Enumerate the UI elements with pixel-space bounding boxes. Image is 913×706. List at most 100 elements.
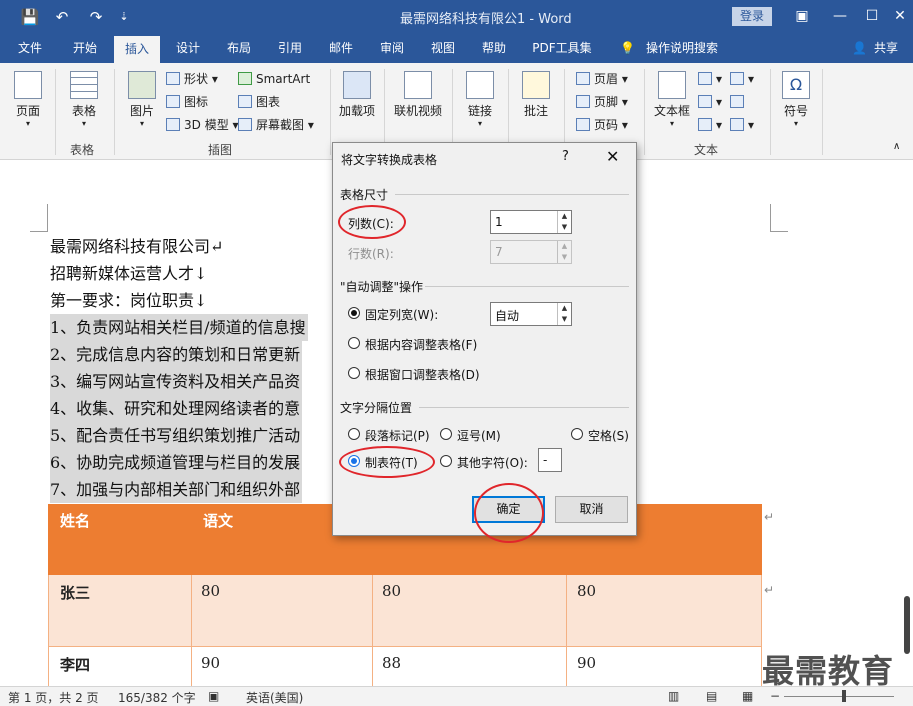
page-number-icon: [576, 118, 590, 131]
spinner-arrows-icon[interactable]: ▲ ▼: [557, 303, 571, 325]
signature-line-button[interactable]: ▾: [730, 69, 754, 89]
sep-other-radio[interactable]: [440, 455, 452, 467]
help-button[interactable]: ?: [562, 149, 569, 164]
group-separator: [644, 69, 645, 155]
page-number-button[interactable]: 页码 ▾: [576, 115, 628, 135]
table-cell[interactable]: 88: [382, 654, 401, 672]
minimize-button[interactable]: —: [830, 6, 850, 26]
header-button[interactable]: 页眉 ▾: [576, 69, 628, 89]
page-count[interactable]: 第 1 页，共 2 页: [8, 689, 99, 706]
date-time-button[interactable]: [730, 92, 748, 112]
doc-line-duty-6[interactable]: 6、协助完成频道管理与栏目的发展: [50, 449, 303, 476]
doc-line-duty-7[interactable]: 7、加强与内部相关部门和组织外部: [50, 476, 303, 503]
dialog-close-button[interactable]: ✕: [606, 147, 619, 166]
wordart-button[interactable]: ▾: [698, 92, 722, 112]
fixed-width-radio[interactable]: [348, 307, 360, 319]
omega-icon: Ω: [782, 71, 810, 99]
tab-help[interactable]: 帮助: [472, 33, 516, 63]
signature-icon: [730, 72, 744, 85]
close-button[interactable]: ✕: [890, 6, 910, 26]
customize-quick-access-icon[interactable]: ⇣: [116, 7, 132, 27]
save-icon[interactable]: 💾: [20, 7, 40, 27]
table-header-chinese[interactable]: 语文: [203, 510, 233, 531]
tab-review[interactable]: 审阅: [370, 33, 414, 63]
collapse-ribbon-icon[interactable]: ∧: [893, 141, 900, 152]
sep-paragraph-radio[interactable]: [348, 428, 360, 440]
table-cell[interactable]: 80: [577, 582, 596, 600]
doc-line-duty-5[interactable]: 5、配合责任书写组织策划推广活动: [50, 422, 303, 449]
tab-references[interactable]: 引用: [268, 33, 312, 63]
vertical-scrollbar-thumb[interactable]: [904, 596, 910, 654]
tab-pdf-tools[interactable]: PDF工具集: [524, 33, 600, 63]
tab-mailings[interactable]: 邮件: [318, 33, 364, 63]
tab-layout[interactable]: 布局: [216, 33, 262, 63]
tab-view[interactable]: 视图: [420, 33, 466, 63]
table-button[interactable]: 表格 ▾: [62, 71, 106, 128]
autofit-content-radio[interactable]: [348, 337, 360, 349]
textbox-button[interactable]: 文本框 ▾: [652, 71, 692, 128]
share-button[interactable]: 共享: [868, 33, 904, 63]
icons-button[interactable]: 图标: [166, 92, 208, 112]
object-button[interactable]: ▾: [730, 115, 754, 135]
document-title: 最需网络科技有限公1 - Word: [400, 12, 572, 27]
autofit-window-radio[interactable]: [348, 367, 360, 379]
undo-icon[interactable]: ↶: [52, 7, 72, 27]
table-cell[interactable]: 张三: [60, 582, 90, 603]
screenshot-button[interactable]: 屏幕截图 ▾: [238, 115, 314, 135]
doc-line-company[interactable]: 最需网络科技有限公司↵: [50, 233, 223, 260]
drop-cap-button[interactable]: ▾: [698, 115, 722, 135]
redo-icon[interactable]: ↷: [86, 7, 106, 27]
table-cell[interactable]: 90: [201, 654, 220, 672]
chart-button[interactable]: 图表: [238, 92, 280, 112]
table-row: [48, 575, 762, 647]
fixed-width-label: 固定列宽(W):: [365, 308, 439, 322]
doc-line-duty-1[interactable]: 1、负责网站相关栏目/频道的信息搜: [50, 314, 308, 341]
table-cell[interactable]: 80: [201, 582, 220, 600]
sep-comma-radio[interactable]: [440, 428, 452, 440]
tab-design[interactable]: 设计: [166, 33, 210, 63]
quick-parts-button[interactable]: ▾: [698, 69, 722, 89]
maximize-button[interactable]: ☐: [862, 6, 882, 26]
cancel-button[interactable]: 取消: [555, 496, 628, 523]
3d-model-icon: [166, 118, 180, 131]
picture-button[interactable]: 图片 ▾: [122, 71, 162, 128]
spinner-arrows-icon[interactable]: ▲ ▼: [557, 211, 571, 233]
shapes-button[interactable]: 形状 ▾: [166, 69, 218, 89]
table-cell[interactable]: 90: [577, 654, 596, 672]
tab-file[interactable]: 文件: [8, 33, 52, 63]
word-count[interactable]: 165/382 个字: [118, 689, 196, 706]
tell-me-search[interactable]: 操作说明搜索: [642, 33, 722, 63]
tab-insert[interactable]: 插入: [114, 36, 160, 63]
doc-line-duty-4[interactable]: 4、收集、研究和处理网络读者的意: [50, 395, 303, 422]
table-cell[interactable]: 李四: [60, 654, 90, 675]
3d-model-button[interactable]: 3D 模型 ▾: [166, 115, 239, 135]
doc-line-requirement[interactable]: 第一要求：岗位职责↓: [50, 287, 207, 314]
language[interactable]: 英语(美国): [246, 689, 303, 706]
table-cell[interactable]: 80: [382, 582, 401, 600]
comment-button[interactable]: 批注: [516, 71, 556, 119]
sep-space-radio[interactable]: [571, 428, 583, 440]
online-video-button[interactable]: 联机视频: [390, 71, 446, 119]
read-mode-icon[interactable]: ▥: [668, 689, 679, 703]
page-button[interactable]: 页面 ▾: [8, 71, 48, 128]
web-layout-icon[interactable]: ▦: [742, 689, 753, 703]
ribbon-display-icon[interactable]: ▣: [792, 6, 812, 26]
doc-line-duty-3[interactable]: 3、编写网站宣传资料及相关产品资: [50, 368, 303, 395]
symbol-button[interactable]: Ω 符号 ▾: [778, 71, 814, 128]
login-button[interactable]: 登录: [732, 7, 772, 26]
annotation-circle: [474, 483, 544, 543]
tab-home[interactable]: 开始: [62, 33, 108, 63]
doc-line-duty-2[interactable]: 2、完成信息内容的策划和日常更新: [50, 341, 303, 368]
addins-button[interactable]: 加载项: [338, 71, 376, 119]
table-header-name[interactable]: 姓名: [60, 510, 90, 531]
fixed-width-spinner[interactable]: 自动 ▲ ▼: [490, 302, 572, 326]
sep-other-input[interactable]: -: [538, 448, 562, 472]
smartart-button[interactable]: SmartArt: [238, 69, 310, 89]
cols-spinner[interactable]: 1 ▲ ▼: [490, 210, 572, 234]
zoom-slider[interactable]: [784, 696, 894, 697]
proofing-icon[interactable]: ▣: [208, 689, 219, 703]
doc-line-recruit[interactable]: 招聘新媒体运营人才↓: [50, 260, 207, 287]
footer-button[interactable]: 页脚 ▾: [576, 92, 628, 112]
print-layout-icon[interactable]: ▤: [706, 689, 717, 703]
link-button[interactable]: 链接 ▾: [460, 71, 500, 128]
